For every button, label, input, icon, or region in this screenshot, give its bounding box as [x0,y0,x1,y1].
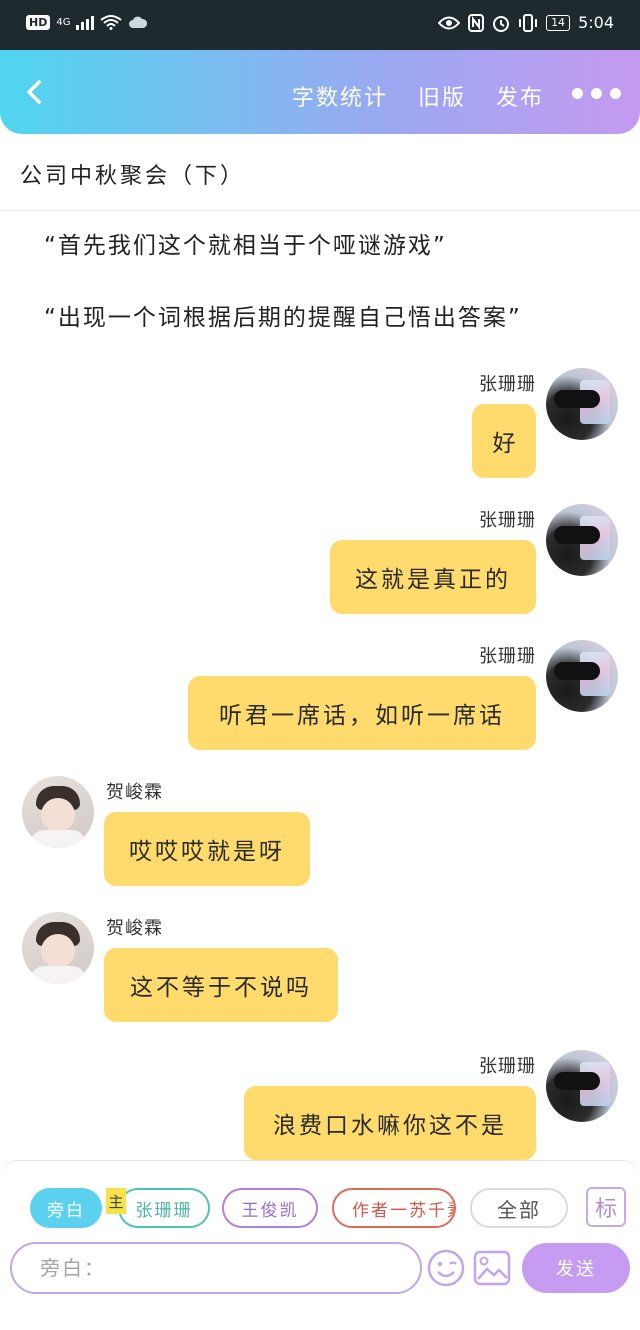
cloud-icon [129,16,148,28]
back-button[interactable] [16,72,52,112]
role-chip-all[interactable]: 全部 [470,1188,568,1228]
publish-button[interactable]: 发布 [496,80,544,112]
avatar[interactable] [22,776,94,848]
divider [0,210,640,211]
message-bubble[interactable]: 这不等于不说吗 [104,948,338,1022]
message-input[interactable] [10,1242,422,1294]
role-chip-zhang[interactable]: 张珊珊 [118,1188,210,1228]
smile-icon [427,1249,465,1287]
eye-icon [438,16,461,29]
mark-button[interactable]: 标 [586,1187,626,1227]
status-left: HD 4G [26,14,148,30]
message-sender: 张珊珊 [479,510,536,531]
page-title: 公司中秋聚会（下） [20,164,246,189]
message-sender: 张珊珊 [479,646,536,667]
image-icon [473,1250,511,1286]
avatar[interactable] [22,912,94,984]
avatar[interactable] [546,1050,618,1122]
message-bubble[interactable]: 好 [472,404,536,478]
message-bubble[interactable]: 浪费口水嘛你这不是 [244,1086,536,1160]
battery-icon: 14 [546,14,571,31]
role-chip-narrator[interactable]: 旁白 [30,1188,102,1228]
narration-line: “首先我们这个就相当于个哑谜游戏” [44,233,447,259]
vibrate-icon [519,13,538,32]
more-dots-icon[interactable] [572,88,621,99]
network-type: 4G [56,16,71,28]
avatar[interactable] [546,640,618,712]
narration-line: “出现一个词根据后期的提醒自己悟出答案” [44,305,522,331]
old-version-button[interactable]: 旧版 [418,80,466,112]
role-chip-author[interactable]: 作者一苏千素 [332,1188,456,1228]
hd-badge: HD [26,14,51,30]
chevron-left-icon [27,80,41,104]
message-bubble[interactable]: 听君一席话，如听一席话 [188,676,536,750]
message-sender: 张珊珊 [479,374,536,395]
signal-icon [76,14,95,30]
nfc-icon [468,13,485,32]
avatar[interactable] [546,504,618,576]
message-sender: 贺峻霖 [106,782,163,803]
main-role-badge: 主 [106,1188,126,1214]
status-bar: HD 4G 14 5:04 [0,0,640,50]
message-bubble[interactable]: 这就是真正的 [330,540,536,614]
app-header: 字数统计 旧版 发布 [0,50,640,134]
alarm-icon [493,15,510,32]
status-time: 5:04 [578,13,614,32]
emoji-button[interactable] [426,1248,466,1288]
send-button[interactable]: 发送 [522,1243,630,1293]
role-chip-wang[interactable]: 王俊凯 [222,1188,318,1228]
message-bubble[interactable]: 哎哎哎就是呀 [104,812,310,886]
message-sender: 贺峻霖 [106,918,163,939]
avatar[interactable] [546,368,618,440]
wifi-icon [100,15,123,30]
image-button[interactable] [472,1248,512,1288]
word-count-button[interactable]: 字数统计 [292,80,388,112]
message-sender: 张珊珊 [479,1056,536,1077]
status-right: 14 5:04 [438,13,614,32]
